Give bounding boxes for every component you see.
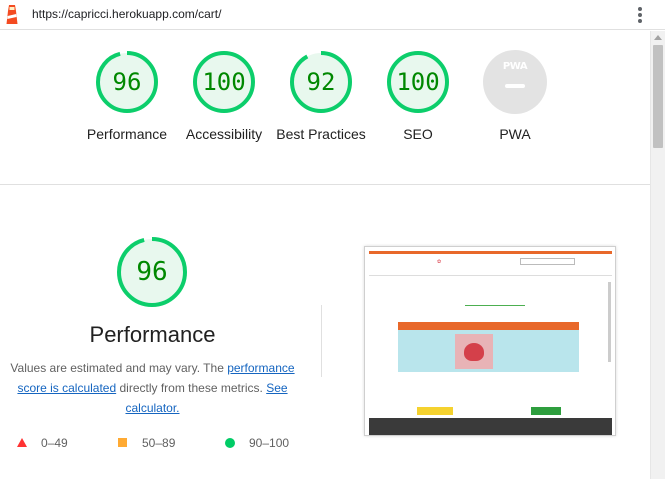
pwa-badge[interactable]: PWA bbox=[483, 50, 547, 114]
thumb-keep-shopping-button bbox=[417, 407, 453, 415]
gauge-score: 100 bbox=[202, 68, 246, 96]
lighthouse-icon bbox=[6, 5, 18, 24]
gauge-accessibility[interactable]: 100 bbox=[192, 50, 256, 114]
scroll-up-arrow-icon[interactable] bbox=[654, 35, 662, 40]
url-text[interactable]: https://capricci.herokuapp.com/cart/ bbox=[32, 7, 221, 21]
thumb-header-bar bbox=[369, 251, 612, 254]
thumb-footer bbox=[369, 418, 612, 435]
fail-triangle-icon bbox=[17, 438, 27, 447]
performance-main-gauge: 96 bbox=[116, 236, 188, 308]
page-screenshot-thumbnail[interactable]: ✿ bbox=[364, 246, 616, 436]
thumb-title-underline bbox=[465, 305, 525, 306]
gauge-label-accessibility[interactable]: Accessibility bbox=[169, 124, 279, 144]
thumb-search bbox=[520, 258, 575, 265]
thumb-divider bbox=[369, 275, 612, 276]
scroll-thumb[interactable] bbox=[653, 45, 663, 148]
gauge-seo[interactable]: 100 bbox=[386, 50, 450, 114]
gauge-best-practices[interactable]: 92 bbox=[289, 50, 353, 114]
vertical-divider bbox=[321, 305, 322, 377]
pwa-badge-text: PWA bbox=[502, 61, 528, 72]
performance-note: Values are estimated and may vary. The p… bbox=[6, 358, 299, 418]
thumb-table-header bbox=[398, 322, 579, 330]
gauge-label-best-practices[interactable]: Best Practices bbox=[266, 124, 376, 144]
thumb-checkout-button bbox=[531, 407, 561, 415]
gauge-label-performance[interactable]: Performance bbox=[72, 124, 182, 144]
vertical-scrollbar[interactable] bbox=[650, 31, 665, 479]
performance-main-score: 96 bbox=[136, 257, 168, 287]
gauge-score: 96 bbox=[112, 68, 142, 96]
thumb-scrollbar bbox=[608, 282, 611, 362]
pass-circle-icon bbox=[225, 438, 235, 448]
thumb-logo: ✿ bbox=[437, 259, 442, 265]
performance-title: Performance bbox=[89, 322, 216, 347]
legend-fail-range: 0–49 bbox=[41, 436, 68, 450]
address-bar: https://capricci.herokuapp.com/cart/ bbox=[0, 0, 665, 30]
note-text: Values are estimated and may vary. The bbox=[10, 361, 228, 375]
gauge-label-seo[interactable]: SEO bbox=[363, 124, 473, 144]
gauge-label-pwa[interactable]: PWA bbox=[460, 124, 570, 144]
gauge-score: 100 bbox=[396, 68, 440, 96]
thumb-product-image bbox=[455, 334, 493, 369]
legend-average-range: 50–89 bbox=[142, 436, 176, 450]
average-square-icon bbox=[118, 438, 127, 447]
note-text: directly from these metrics. bbox=[116, 381, 267, 395]
kebab-menu-icon[interactable] bbox=[636, 6, 644, 24]
section-divider bbox=[0, 184, 650, 185]
gauge-performance[interactable]: 96 bbox=[95, 50, 159, 114]
gauge-score: 92 bbox=[306, 68, 336, 96]
legend-pass-range: 90–100 bbox=[249, 436, 290, 450]
pwa-dash-icon bbox=[505, 84, 525, 88]
